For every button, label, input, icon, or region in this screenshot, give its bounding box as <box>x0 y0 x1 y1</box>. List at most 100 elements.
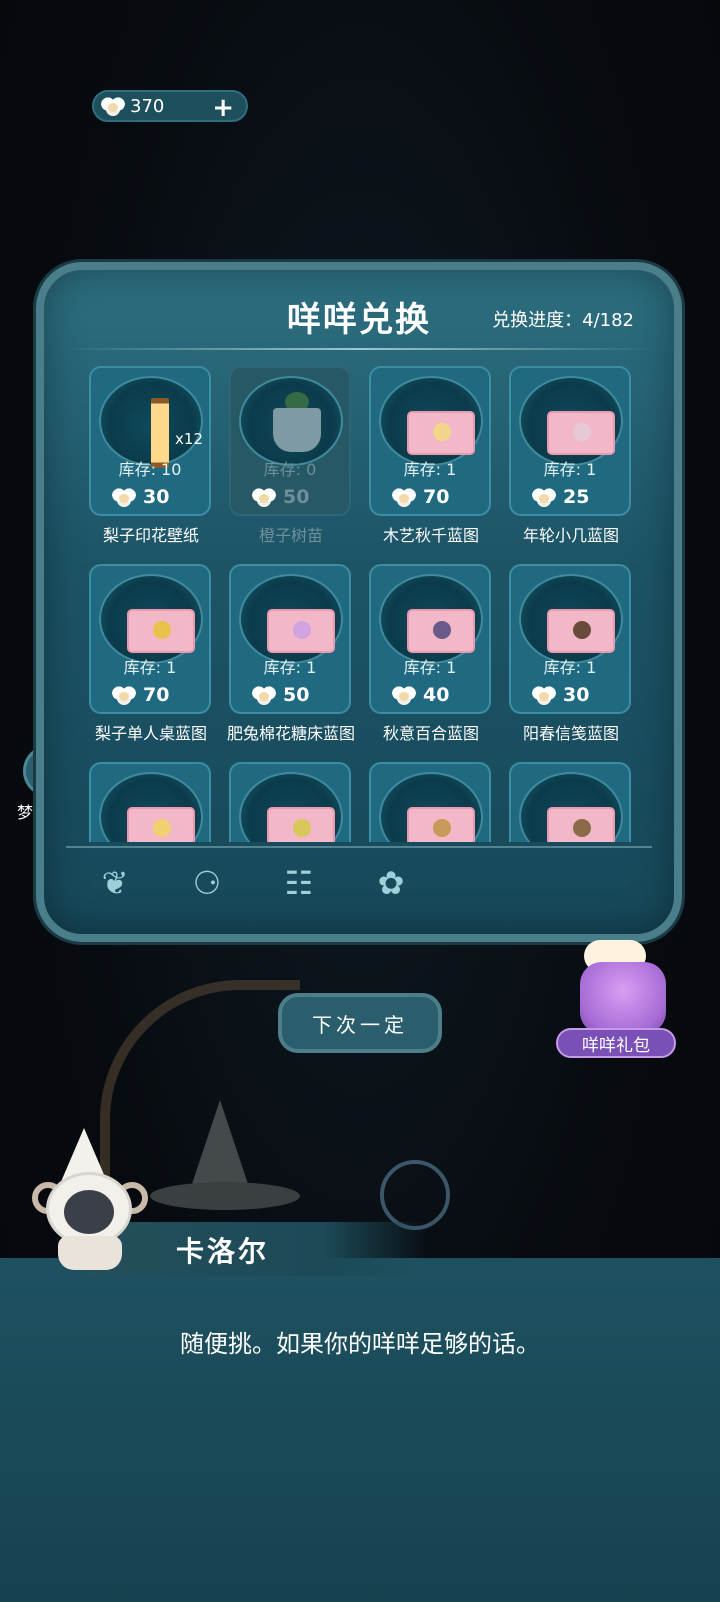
item-name: 肥兔棉花糖床蓝图 <box>226 724 355 743</box>
blueprint-scroll-icon <box>407 807 475 842</box>
dreamcatcher-decoration <box>380 1160 450 1230</box>
blueprint-item-icon <box>433 423 451 441</box>
currency-counter: 370 + <box>92 90 248 123</box>
item-preview <box>519 376 623 466</box>
item-card: 库存: 1 30 <box>509 564 631 714</box>
furniture-icon[interactable]: ⚆ <box>184 860 230 906</box>
item-card: 库存: 0 50 <box>229 366 351 516</box>
item-price-value: 25 <box>563 486 590 508</box>
item-stock: 库存: 1 <box>543 460 597 479</box>
item-price-value: 30 <box>143 486 170 508</box>
blueprint-item-icon <box>153 621 171 639</box>
currency-amount: 370 <box>130 95 165 117</box>
item-preview <box>99 574 203 664</box>
sheep-coin-icon <box>391 487 417 507</box>
shop-item[interactable] <box>362 762 504 842</box>
item-preview <box>239 772 343 842</box>
item-card <box>229 762 351 842</box>
sheep-coin-icon <box>531 487 557 507</box>
item-name: 秋意百合蓝图 <box>382 724 479 743</box>
witch-hat-brim-decoration <box>150 1182 300 1210</box>
item-card: 库存: 1 50 <box>229 564 351 714</box>
sheep-coin-icon <box>100 96 126 116</box>
item-price-value: 70 <box>143 684 170 706</box>
shop-item[interactable]: 库存: 1 50 肥兔棉花糖床蓝图 <box>222 564 364 754</box>
item-price-value: 30 <box>563 684 590 706</box>
item-stock: 库存: 10 <box>118 460 182 479</box>
next-time-button[interactable]: 下次一定 <box>278 993 442 1053</box>
shop-item[interactable]: 库存: 1 70 木艺秋千蓝图 <box>362 366 504 556</box>
item-price: 30 <box>111 486 169 508</box>
item-quantity: x12 <box>175 430 203 448</box>
item-stock: 库存: 1 <box>263 658 317 677</box>
item-card: 库存: 1 25 <box>509 366 631 516</box>
item-card: 库存: 1 70 <box>369 366 491 516</box>
item-name: 木艺秋千蓝图 <box>382 526 479 545</box>
blueprint-item-icon <box>433 819 451 837</box>
item-price: 50 <box>251 486 309 508</box>
speaker-name: 卡洛尔 <box>176 1235 270 1268</box>
item-name: 橙子树苗 <box>258 526 323 545</box>
sheep-coin-icon <box>111 685 137 705</box>
panel-divider <box>66 846 652 848</box>
category-tabs: ❦ ⚆ ☷ ✿ <box>92 860 414 906</box>
blueprint-scroll-icon <box>267 807 335 842</box>
item-preview <box>99 772 203 842</box>
sheep-coin-icon <box>111 487 137 507</box>
item-stock: 库存: 1 <box>123 658 177 677</box>
item-price: 70 <box>111 684 169 706</box>
item-preview <box>519 772 623 842</box>
flower-icon[interactable]: ✿ <box>368 860 414 906</box>
shop-item[interactable]: 库存: 0 50 橙子树苗 <box>222 366 364 556</box>
item-name: 梨子单人桌蓝图 <box>94 724 207 743</box>
item-name: 梨子印花壁纸 <box>102 526 199 545</box>
blueprint-item-icon <box>153 819 171 837</box>
gift-pack-button[interactable]: 咩咩礼包 <box>556 940 682 1060</box>
blueprint-icon[interactable]: ☷ <box>276 860 322 906</box>
shop-item[interactable]: x12 库存: 10 30 梨子印花壁纸 <box>82 366 224 556</box>
item-price: 40 <box>391 684 449 706</box>
blueprint-scroll-icon <box>267 609 335 653</box>
shop-item[interactable] <box>222 762 364 842</box>
shop-item[interactable]: 库存: 1 25 年轮小几蓝图 <box>502 366 642 556</box>
shop-item[interactable] <box>502 762 642 842</box>
shop-item[interactable]: 库存: 1 40 秋意百合蓝图 <box>362 564 504 754</box>
item-stock: 库存: 1 <box>403 460 457 479</box>
blueprint-item-icon <box>293 621 311 639</box>
blueprint-scroll-icon <box>127 807 195 842</box>
title-divider <box>66 348 652 350</box>
item-stock: 库存: 0 <box>263 460 317 479</box>
item-preview <box>239 574 343 664</box>
blueprint-item-icon <box>573 819 591 837</box>
item-card <box>509 762 631 842</box>
sheep-coin-icon <box>251 487 277 507</box>
blueprint-scroll-icon <box>547 411 615 455</box>
item-preview <box>379 376 483 466</box>
add-currency-button[interactable]: + <box>212 93 234 123</box>
item-card <box>89 762 211 842</box>
shop-item[interactable]: 库存: 1 70 梨子单人桌蓝图 <box>82 564 224 754</box>
shop-item[interactable] <box>82 762 224 842</box>
item-card <box>369 762 491 842</box>
blueprint-scroll-icon <box>547 807 615 842</box>
gift-bag-icon <box>580 962 666 1034</box>
item-name: 阳春信笺蓝图 <box>522 724 619 743</box>
item-price-value: 50 <box>283 486 310 508</box>
blueprint-scroll-icon <box>407 411 475 455</box>
sheep-coin-icon <box>251 685 277 705</box>
sheep-coin-icon <box>391 685 417 705</box>
sprout-icon[interactable]: ❦ <box>92 860 138 906</box>
sheep-coin-icon <box>531 685 557 705</box>
item-preview <box>379 772 483 842</box>
item-price: 70 <box>391 486 449 508</box>
blueprint-item-icon <box>293 819 311 837</box>
shop-item[interactable]: 库存: 1 30 阳春信笺蓝图 <box>502 564 642 754</box>
item-preview <box>519 574 623 664</box>
item-card: x12 库存: 10 30 <box>89 366 211 516</box>
dialogue-box[interactable]: 随便挑。如果你的咩咩足够的话。 <box>0 1258 720 1602</box>
item-grid[interactable]: x12 库存: 10 30 梨子印花壁纸 库存: 0 50 橙子树苗 库存: 1 70 木艺秋千蓝… <box>82 366 642 842</box>
item-preview <box>239 376 343 466</box>
exchange-panel: 咩咩兑换 兑换进度：4/182 x12 库存: 10 30 梨子印花壁纸 库存: 0 50… <box>36 262 682 942</box>
gift-pack-label: 咩咩礼包 <box>556 1028 676 1058</box>
item-preview <box>99 376 203 468</box>
